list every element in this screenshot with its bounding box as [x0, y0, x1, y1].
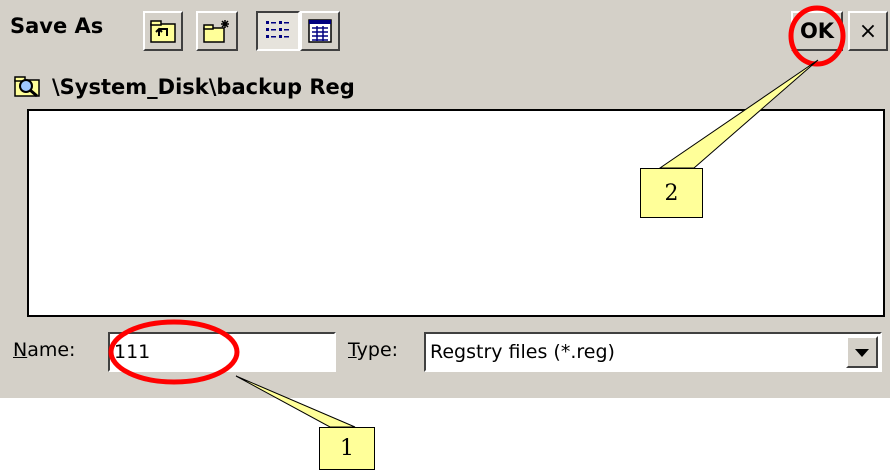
name-label: Name:: [13, 339, 75, 361]
dropdown-button[interactable]: [846, 336, 878, 368]
details-view-button[interactable]: [300, 11, 340, 51]
type-label: Type:: [348, 339, 398, 361]
file-name-input[interactable]: [108, 332, 336, 372]
type-label-rest: ype:: [356, 339, 399, 361]
list-view-icon: [264, 18, 292, 44]
list-view-button[interactable]: [256, 11, 300, 51]
name-label-rest: ame:: [27, 339, 76, 361]
new-folder-icon: [202, 18, 232, 44]
save-as-dialog: Save As OK × \System_Disk\backup Reg Nam…: [0, 0, 890, 398]
up-folder-button[interactable]: [143, 11, 183, 51]
details-view-icon: [307, 18, 333, 44]
new-folder-button[interactable]: [196, 11, 238, 51]
chevron-down-icon: [854, 343, 870, 362]
file-list[interactable]: [27, 109, 885, 317]
ok-button[interactable]: OK: [791, 11, 843, 51]
up-folder-icon: [150, 19, 176, 43]
folder-search-icon: [14, 74, 42, 102]
title-bar: Save As OK ×: [0, 0, 890, 64]
dialog-title: Save As: [10, 14, 104, 38]
current-path-bar: \System_Disk\backup Reg: [0, 66, 890, 106]
callout-1: 1: [319, 427, 375, 470]
file-type-select[interactable]: Regstry files (*.reg): [424, 332, 882, 372]
file-type-value: Regstry files (*.reg): [430, 341, 615, 363]
name-label-accel: N: [13, 339, 28, 361]
current-path: \System_Disk\backup Reg: [52, 75, 355, 99]
type-label-accel: T: [348, 339, 357, 361]
close-button[interactable]: ×: [848, 11, 888, 51]
